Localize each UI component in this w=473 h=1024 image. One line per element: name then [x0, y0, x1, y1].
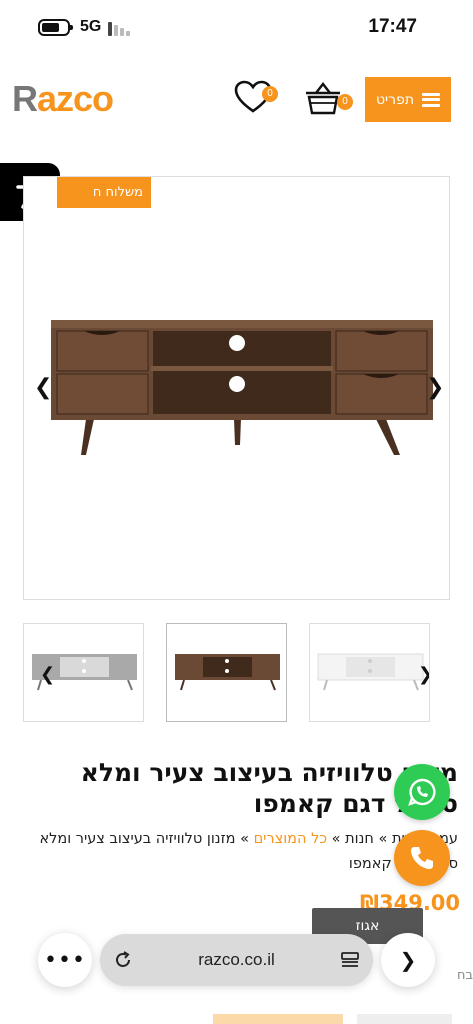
- next-image-arrow[interactable]: ❯: [426, 375, 444, 400]
- battery-icon: [38, 19, 73, 36]
- phone-icon: [411, 847, 433, 869]
- thumbnail-white[interactable]: ❯: [309, 623, 430, 722]
- breadcrumb: עמוד הבית » חנות » כל המוצרים » מזנון טל…: [18, 827, 458, 877]
- status-bar: 5G 17:47: [0, 0, 473, 56]
- menu-label: תפריט: [375, 91, 415, 108]
- wishlist-button[interactable]: 0: [234, 80, 278, 116]
- url-text: razco.co.il: [198, 950, 275, 969]
- tv-stand-walnut-thumbnail: [175, 654, 280, 691]
- whatsapp-button[interactable]: [394, 764, 450, 820]
- phone-call-button[interactable]: [394, 830, 450, 886]
- browser-forward-button[interactable]: ❯: [381, 933, 435, 987]
- chevron-right-icon: ❯: [399, 948, 417, 972]
- breadcrumb-all-products[interactable]: כל המוצרים: [254, 831, 327, 847]
- quantity-strip[interactable]: [357, 1014, 452, 1024]
- network-indicator: 5G: [80, 18, 102, 35]
- thumbnail-walnut[interactable]: [166, 623, 287, 722]
- site-header: Razco 0 0 תפריט: [0, 72, 473, 130]
- reader-mode-icon[interactable]: [327, 950, 373, 970]
- address-bar[interactable]: razco.co.il: [100, 934, 373, 986]
- cart-button[interactable]: 0: [304, 80, 353, 116]
- product-main-image[interactable]: משלוח ח ❮ ❯: [23, 176, 450, 600]
- reload-icon[interactable]: [100, 950, 146, 970]
- thumbnail-next-arrow[interactable]: ❯: [418, 664, 429, 685]
- hamburger-icon: [422, 92, 441, 107]
- previous-image-arrow[interactable]: ❮: [34, 375, 52, 400]
- tv-stand-image: [51, 320, 433, 455]
- product-title: מזנון טלוויזיה בעיצוב צעיר ומלא סטייל דג…: [80, 758, 458, 818]
- more-dots-icon: •••: [44, 947, 86, 973]
- thumbnail-prev-arrow[interactable]: ❮: [40, 664, 55, 685]
- thumbnail-gray[interactable]: ❮: [23, 623, 144, 722]
- menu-button[interactable]: תפריט: [365, 77, 451, 122]
- signal-icon: [108, 20, 134, 36]
- razco-logo[interactable]: Razco: [12, 78, 114, 120]
- browser-toolbar: ••• razco.co.il ❯: [0, 930, 473, 990]
- basket-icon: [306, 82, 340, 115]
- breadcrumb-shop[interactable]: חנות: [345, 831, 374, 847]
- clock: 17:47: [368, 16, 417, 37]
- cart-count-badge: 0: [337, 94, 353, 110]
- tv-stand-white-thumbnail: [317, 653, 424, 691]
- whatsapp-icon: [408, 778, 436, 806]
- add-to-cart-strip[interactable]: [213, 1014, 343, 1024]
- browser-more-button[interactable]: •••: [38, 933, 92, 987]
- wishlist-count-badge: 0: [262, 86, 278, 102]
